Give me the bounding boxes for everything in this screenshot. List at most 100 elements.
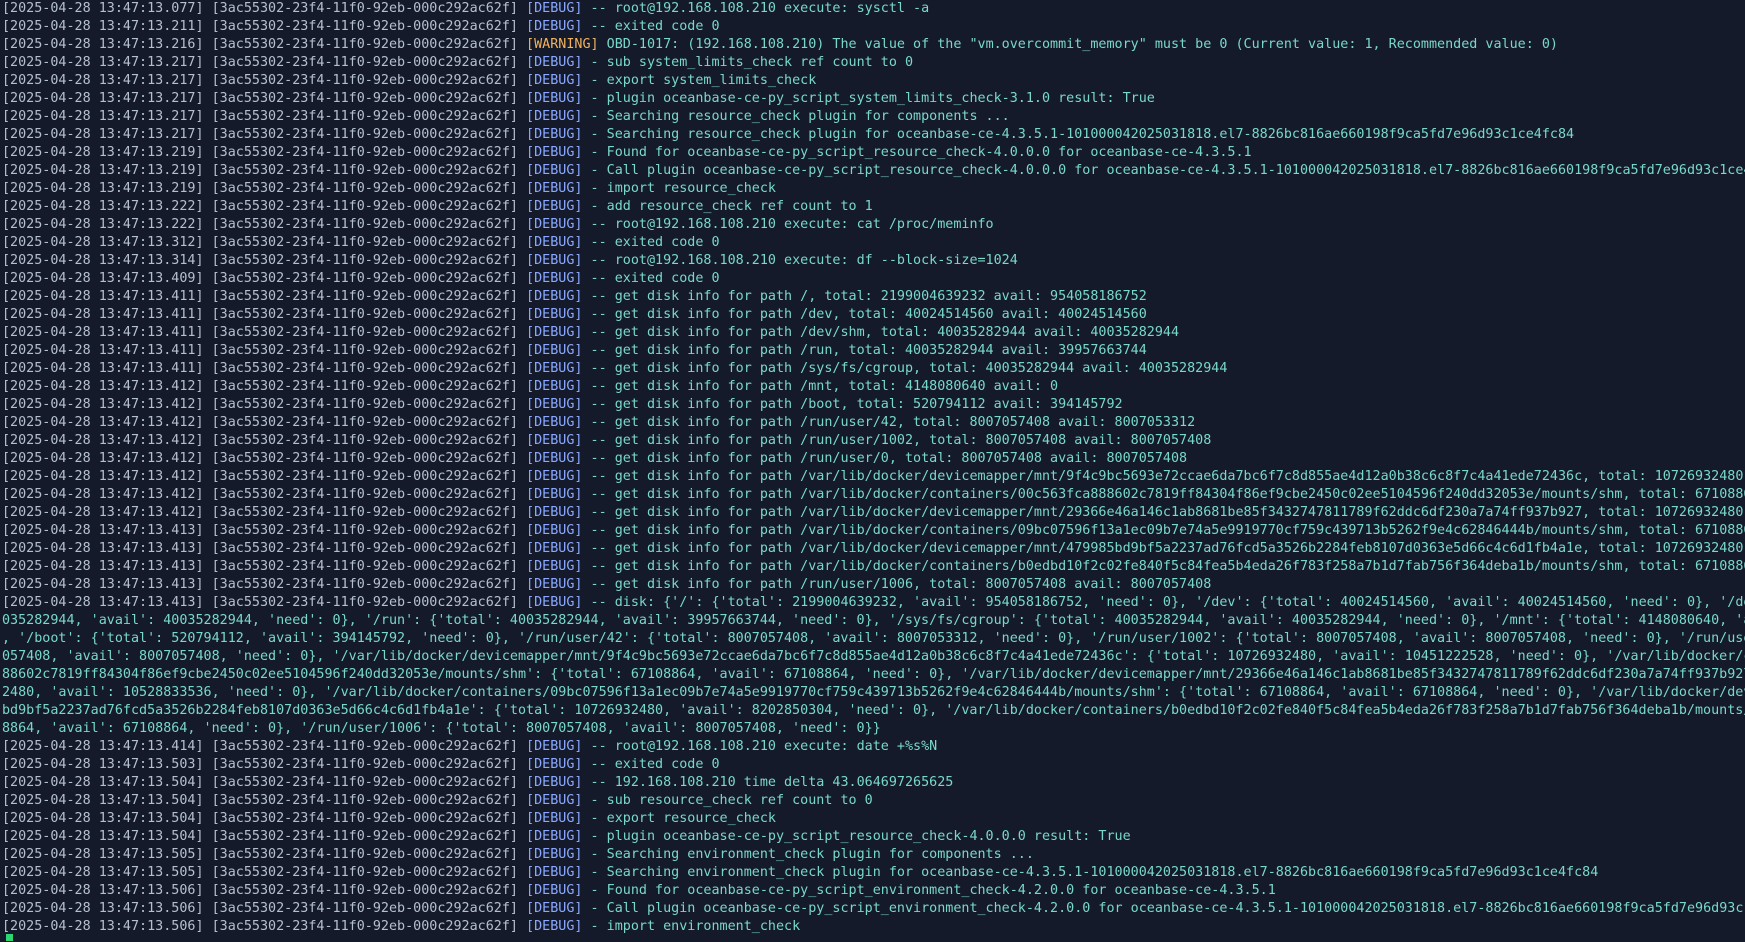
log-trace-id: [3ac55302-23f4-11f0-92eb-000c292ac62f] — [211, 847, 518, 862]
log-trace-id: [3ac55302-23f4-11f0-92eb-000c292ac62f] — [211, 577, 518, 592]
log-message: 057408, 'avail': 8007057408, 'need': 0},… — [2, 649, 1745, 664]
log-message: - Found for oceanbase-ce-py_script_envir… — [590, 883, 1276, 898]
log-level: [DEBUG] — [526, 559, 583, 574]
log-trace-id: [3ac55302-23f4-11f0-92eb-000c292ac62f] — [211, 217, 518, 232]
log-message: - Searching resource_check plugin for oc… — [590, 127, 1575, 142]
log-message: - add resource_check ref count to 1 — [590, 199, 873, 214]
log-timestamp: [2025-04-28 13:47:13.219] — [2, 163, 204, 178]
log-timestamp: [2025-04-28 13:47:13.411] — [2, 307, 204, 322]
log-line: [2025-04-28 13:47:13.219] [3ac55302-23f4… — [0, 144, 1745, 162]
log-level: [DEBUG] — [526, 289, 583, 304]
log-level: [DEBUG] — [526, 253, 583, 268]
log-message: - Found for oceanbase-ce-py_script_resou… — [590, 145, 1252, 160]
log-timestamp: [2025-04-28 13:47:13.219] — [2, 145, 204, 160]
log-line: [2025-04-28 13:47:13.412] [3ac55302-23f4… — [0, 504, 1745, 522]
log-timestamp: [2025-04-28 13:47:13.503] — [2, 757, 204, 772]
log-level: [DEBUG] — [526, 199, 583, 214]
log-trace-id: [3ac55302-23f4-11f0-92eb-000c292ac62f] — [211, 73, 518, 88]
log-line: [2025-04-28 13:47:13.413] [3ac55302-23f4… — [0, 522, 1745, 540]
log-message: - Call plugin oceanbase-ce-py_script_res… — [590, 163, 1745, 178]
log-line: [2025-04-28 13:47:13.411] [3ac55302-23f4… — [0, 360, 1745, 378]
log-timestamp: [2025-04-28 13:47:13.504] — [2, 811, 204, 826]
log-trace-id: [3ac55302-23f4-11f0-92eb-000c292ac62f] — [211, 829, 518, 844]
log-timestamp: [2025-04-28 13:47:13.217] — [2, 73, 204, 88]
log-line: [2025-04-28 13:47:13.219] [3ac55302-23f4… — [0, 180, 1745, 198]
log-level: [DEBUG] — [526, 541, 583, 556]
log-line: [2025-04-28 13:47:13.222] [3ac55302-23f4… — [0, 216, 1745, 234]
log-timestamp: [2025-04-28 13:47:13.217] — [2, 55, 204, 70]
log-trace-id: [3ac55302-23f4-11f0-92eb-000c292ac62f] — [211, 523, 518, 538]
log-message: -- get disk info for path /run/user/1006… — [590, 577, 1212, 592]
log-trace-id: [3ac55302-23f4-11f0-92eb-000c292ac62f] — [211, 793, 518, 808]
log-line: [2025-04-28 13:47:13.413] [3ac55302-23f4… — [0, 594, 1745, 612]
log-message: -- get disk info for path /dev, total: 4… — [590, 307, 1147, 322]
log-level: [DEBUG] — [526, 91, 583, 106]
log-level: [DEBUG] — [526, 379, 583, 394]
log-message: -- root@192.168.108.210 execute: df --bl… — [590, 253, 1018, 268]
log-trace-id: [3ac55302-23f4-11f0-92eb-000c292ac62f] — [211, 865, 518, 880]
log-trace-id: [3ac55302-23f4-11f0-92eb-000c292ac62f] — [211, 433, 518, 448]
log-message: -- get disk info for path /, total: 2199… — [590, 289, 1147, 304]
log-line: 88602c7819ff84304f86ef9cbe2450c02ee51045… — [0, 666, 1745, 684]
text-cursor — [6, 934, 13, 941]
log-message: -- get disk info for path /var/lib/docke… — [590, 523, 1745, 538]
log-line: [2025-04-28 13:47:13.412] [3ac55302-23f4… — [0, 468, 1745, 486]
log-message: - Searching environment_check plugin for… — [590, 865, 1599, 880]
log-level: [DEBUG] — [526, 847, 583, 862]
log-trace-id: [3ac55302-23f4-11f0-92eb-000c292ac62f] — [211, 127, 518, 142]
log-level: [DEBUG] — [526, 163, 583, 178]
log-timestamp: [2025-04-28 13:47:13.412] — [2, 433, 204, 448]
log-level: [DEBUG] — [526, 361, 583, 376]
log-message: -- get disk info for path /var/lib/docke… — [590, 469, 1745, 484]
terminal-window[interactable]: [2025-04-28 13:47:13.077] [3ac55302-23f4… — [0, 0, 1745, 942]
log-message: - Searching environment_check plugin for… — [590, 847, 1034, 862]
log-level: [DEBUG] — [526, 307, 583, 322]
log-message: OBD-1017: (192.168.108.210) The value of… — [606, 37, 1558, 52]
log-line: [2025-04-28 13:47:13.412] [3ac55302-23f4… — [0, 414, 1745, 432]
log-level: [DEBUG] — [526, 919, 583, 934]
log-message: 8864, 'avail': 67108864, 'need': 0}, '/r… — [2, 721, 881, 736]
log-trace-id: [3ac55302-23f4-11f0-92eb-000c292ac62f] — [211, 541, 518, 556]
log-timestamp: [2025-04-28 13:47:13.412] — [2, 505, 204, 520]
log-trace-id: [3ac55302-23f4-11f0-92eb-000c292ac62f] — [211, 595, 518, 610]
log-timestamp: [2025-04-28 13:47:13.504] — [2, 775, 204, 790]
log-timestamp: [2025-04-28 13:47:13.413] — [2, 559, 204, 574]
log-message: -- disk: {'/': {'total': 2199004639232, … — [590, 595, 1745, 610]
log-message: -- get disk info for path /var/lib/docke… — [590, 487, 1745, 502]
log-level: [DEBUG] — [526, 469, 583, 484]
log-line: [2025-04-28 13:47:13.503] [3ac55302-23f4… — [0, 756, 1745, 774]
log-line: [2025-04-28 13:47:13.506] [3ac55302-23f4… — [0, 918, 1745, 936]
log-message: - import resource_check — [590, 181, 776, 196]
log-message: -- get disk info for path /run/user/42, … — [590, 415, 1196, 430]
log-timestamp: [2025-04-28 13:47:13.216] — [2, 37, 204, 52]
log-timestamp: [2025-04-28 13:47:13.506] — [2, 901, 204, 916]
log-message: - sub resource_check ref count to 0 — [590, 793, 873, 808]
log-line: , '/boot': {'total': 520794112, 'avail':… — [0, 630, 1745, 648]
log-message: 2480, 'avail': 10528833536, 'need': 0}, … — [2, 685, 1745, 700]
log-line: [2025-04-28 13:47:13.504] [3ac55302-23f4… — [0, 828, 1745, 846]
log-timestamp: [2025-04-28 13:47:13.222] — [2, 217, 204, 232]
log-timestamp: [2025-04-28 13:47:13.412] — [2, 451, 204, 466]
log-trace-id: [3ac55302-23f4-11f0-92eb-000c292ac62f] — [211, 343, 518, 358]
log-line: [2025-04-28 13:47:13.219] [3ac55302-23f4… — [0, 162, 1745, 180]
log-trace-id: [3ac55302-23f4-11f0-92eb-000c292ac62f] — [211, 451, 518, 466]
log-message: -- get disk info for path /var/lib/docke… — [590, 541, 1745, 556]
log-line: [2025-04-28 13:47:13.412] [3ac55302-23f4… — [0, 450, 1745, 468]
log-line: bd9bf5a2237ad76fcd5a3526b2284feb8107d036… — [0, 702, 1745, 720]
log-trace-id: [3ac55302-23f4-11f0-92eb-000c292ac62f] — [211, 811, 518, 826]
log-timestamp: [2025-04-28 13:47:13.413] — [2, 541, 204, 556]
log-message: - export system_limits_check — [590, 73, 817, 88]
log-message: - sub system_limits_check ref count to 0 — [590, 55, 914, 70]
log-timestamp: [2025-04-28 13:47:13.413] — [2, 595, 204, 610]
log-level: [DEBUG] — [526, 595, 583, 610]
log-line: [2025-04-28 13:47:13.217] [3ac55302-23f4… — [0, 54, 1745, 72]
log-line: [2025-04-28 13:47:13.217] [3ac55302-23f4… — [0, 72, 1745, 90]
log-level: [DEBUG] — [526, 757, 583, 772]
log-line: [2025-04-28 13:47:13.506] [3ac55302-23f4… — [0, 900, 1745, 918]
log-trace-id: [3ac55302-23f4-11f0-92eb-000c292ac62f] — [211, 19, 518, 34]
log-trace-id: [3ac55302-23f4-11f0-92eb-000c292ac62f] — [211, 361, 518, 376]
log-timestamp: [2025-04-28 13:47:13.312] — [2, 235, 204, 250]
log-line: [2025-04-28 13:47:13.411] [3ac55302-23f4… — [0, 324, 1745, 342]
log-trace-id: [3ac55302-23f4-11f0-92eb-000c292ac62f] — [211, 325, 518, 340]
log-line: [2025-04-28 13:47:13.413] [3ac55302-23f4… — [0, 540, 1745, 558]
